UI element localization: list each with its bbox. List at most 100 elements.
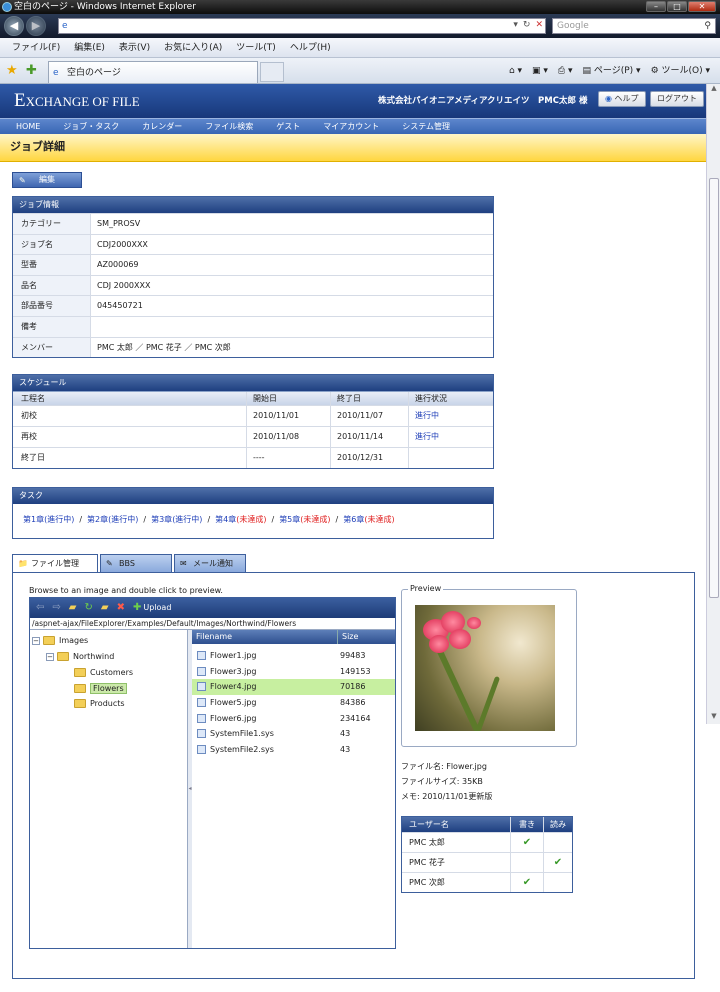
col-process: 工程名 xyxy=(13,392,247,405)
nav-my-account[interactable]: マイアカウント xyxy=(323,119,379,134)
col-filename[interactable]: Filename xyxy=(192,630,338,644)
upload-button[interactable]: Upload xyxy=(143,598,171,618)
address-dropdown-icon[interactable]: ▾ xyxy=(513,20,518,30)
read-cell[interactable]: ✔ xyxy=(544,853,572,872)
file-name: SystemFile2.sys xyxy=(210,745,274,755)
file-icon xyxy=(197,713,206,723)
write-cell[interactable]: ✔ xyxy=(511,833,544,852)
check-icon: ✔ xyxy=(522,877,532,888)
tools-menu[interactable]: ⚙ ツール(O) ▾ xyxy=(651,62,710,80)
back-button[interactable]: ◀ xyxy=(4,16,24,36)
file-row[interactable]: Flower5.jpg 84386 xyxy=(192,695,395,711)
address-input[interactable]: e ▾ ↻ ✕ xyxy=(58,18,546,34)
refresh-icon[interactable]: ↻ xyxy=(523,20,531,30)
read-cell[interactable] xyxy=(544,873,572,892)
tree-node-images[interactable]: − Images xyxy=(32,634,88,648)
minimize-button[interactable]: – xyxy=(646,1,666,12)
print-icon[interactable]: ⎙ ▾ xyxy=(558,62,573,80)
nav-file-search[interactable]: ファイル検索 xyxy=(205,119,253,134)
task-link[interactable]: 第1章(進行中) xyxy=(23,515,74,524)
search-icon[interactable]: ⚲ xyxy=(704,19,711,33)
stop-icon[interactable]: ✕ xyxy=(535,20,543,30)
task-link[interactable]: 第4章(未達成) xyxy=(215,515,266,524)
maximize-button[interactable]: □ xyxy=(667,1,687,12)
permission-user: PMC 太郎 xyxy=(402,833,511,852)
forward-button[interactable]: ▶ xyxy=(26,16,46,36)
task-link[interactable]: 第3章(進行中) xyxy=(151,515,202,524)
page-menu[interactable]: ▤ ページ(P) ▾ xyxy=(583,62,641,80)
tree-node-products[interactable]: Products xyxy=(74,697,125,711)
refresh-icon[interactable]: ↻ xyxy=(84,598,92,618)
tab-bbs[interactable]: ✎ BBS xyxy=(100,554,172,572)
back-arrow-icon[interactable]: ⇦ xyxy=(36,598,44,618)
logout-button[interactable]: ログアウト xyxy=(650,91,704,107)
file-row[interactable]: SystemFile2.sys 43 xyxy=(192,742,395,758)
file-row[interactable]: Flower3.jpg 149153 xyxy=(192,664,395,680)
task-name: 第4章 xyxy=(215,515,237,524)
tree-node-flowers[interactable]: Flowers xyxy=(74,682,127,696)
nav-calendar[interactable]: カレンダー xyxy=(142,119,182,134)
edit-button[interactable]: ✎ 編集 xyxy=(12,172,82,188)
scroll-down-icon[interactable]: ▼ xyxy=(707,712,720,724)
file-row[interactable]: SystemFile1.sys 43 xyxy=(192,726,395,742)
folder-icon xyxy=(74,668,86,677)
favorites-star-icon[interactable]: ★ xyxy=(6,63,18,78)
search-input[interactable]: Google ⚲ xyxy=(552,18,716,34)
tree-node-northwind[interactable]: − Northwind xyxy=(46,650,114,664)
tab-file-management[interactable]: 📁 ファイル管理 xyxy=(12,554,98,572)
folder-icon xyxy=(57,652,69,661)
col-size[interactable]: Size xyxy=(338,630,358,644)
schedule-cell[interactable]: 進行中 xyxy=(409,427,493,447)
help-button[interactable]: ◉ ヘルプ xyxy=(598,91,646,107)
folder-icon xyxy=(74,699,86,708)
vertical-scrollbar[interactable]: ▲ ▼ xyxy=(706,84,720,724)
site-logo[interactable]: EXCHANGE OF FILE xyxy=(14,90,140,112)
scroll-thumb[interactable] xyxy=(709,178,719,598)
job-info-value: SM_PROSV xyxy=(97,219,141,228)
menu-favorites[interactable]: お気に入り(A) xyxy=(164,38,222,57)
nav-job-task[interactable]: ジョブ・タスク xyxy=(63,119,119,134)
collapse-icon[interactable]: − xyxy=(32,636,40,645)
forward-arrow-icon[interactable]: ⇨ xyxy=(52,598,60,618)
add-favorite-icon[interactable]: ✚ xyxy=(26,63,37,78)
edit-icon: ✎ xyxy=(19,176,26,185)
nav-home[interactable]: HOME xyxy=(16,119,40,134)
feeds-icon[interactable]: ▣ ▾ xyxy=(532,62,548,80)
file-row[interactable]: Flower1.jpg 99483 xyxy=(192,648,395,664)
home-icon[interactable]: ⌂ ▾ xyxy=(509,62,522,80)
menu-edit[interactable]: 編集(E) xyxy=(74,38,105,57)
schedule-cell[interactable]: 進行中 xyxy=(409,406,493,426)
menu-help[interactable]: ヘルプ(H) xyxy=(290,38,331,57)
help-label: ヘルプ xyxy=(614,94,639,103)
new-folder-icon[interactable]: ▰ xyxy=(101,598,109,618)
tree-node-customers[interactable]: Customers xyxy=(74,666,133,680)
page-title: ジョブ詳細 xyxy=(0,134,706,162)
task-link[interactable]: 第5章(未達成) xyxy=(279,515,330,524)
menu-tools[interactable]: ツール(T) xyxy=(236,38,276,57)
write-cell[interactable] xyxy=(511,853,544,872)
tools-menu-label: ツール(O) xyxy=(661,66,703,76)
tab-mail[interactable]: ✉ メール通知 xyxy=(174,554,246,572)
menu-file[interactable]: ファイル(F) xyxy=(12,38,60,57)
file-row[interactable]: Flower4.jpg 70186 xyxy=(192,679,395,696)
open-folder-icon[interactable]: ▰ xyxy=(69,598,77,618)
browser-tab[interactable]: e 空白のページ xyxy=(48,61,258,83)
mail-icon: ✉ xyxy=(180,559,187,568)
new-tab-button[interactable] xyxy=(260,62,284,82)
nav-guest[interactable]: ゲスト xyxy=(276,119,300,134)
task-link[interactable]: 第6章(未達成) xyxy=(343,515,394,524)
scroll-up-icon[interactable]: ▲ xyxy=(707,84,720,96)
task-link[interactable]: 第2章(進行中) xyxy=(87,515,138,524)
write-cell[interactable]: ✔ xyxy=(511,873,544,892)
read-cell[interactable] xyxy=(544,833,572,852)
file-name: Flower3.jpg xyxy=(210,666,257,676)
file-row[interactable]: Flower6.jpg 234164 xyxy=(192,711,395,727)
upload-icon[interactable]: ✚ xyxy=(133,598,141,618)
col-status: 進行状況 xyxy=(415,394,447,403)
delete-icon[interactable]: ✖ xyxy=(117,598,125,618)
menu-view[interactable]: 表示(V) xyxy=(119,38,150,57)
nav-system-admin[interactable]: システム管理 xyxy=(402,119,450,134)
permission-row: PMC 花子 ✔ xyxy=(402,852,572,872)
collapse-icon[interactable]: − xyxy=(46,652,54,661)
close-window-button[interactable]: ✕ xyxy=(688,1,716,12)
